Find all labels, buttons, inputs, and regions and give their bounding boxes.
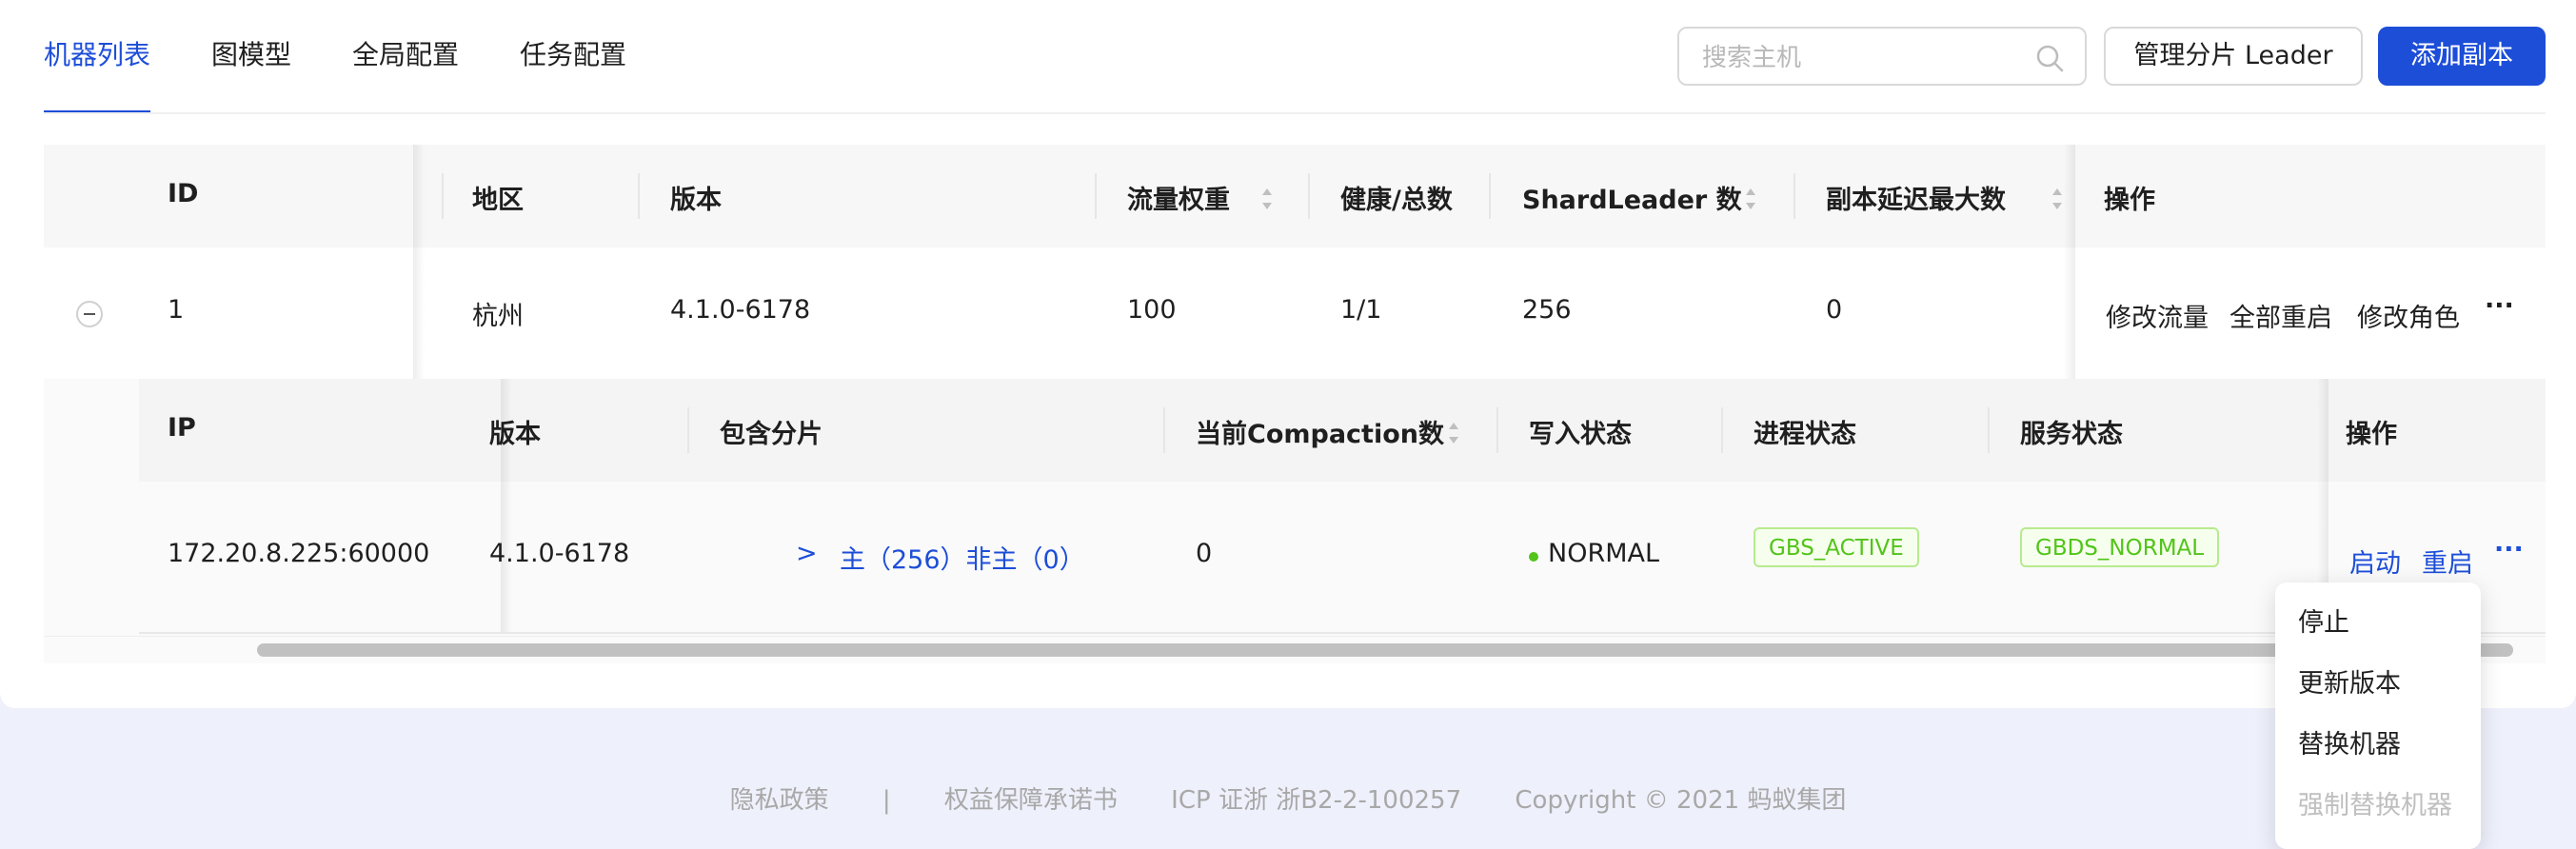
header-health-total: 健康/总数 bbox=[1340, 186, 1453, 215]
header-shard-leader: ShardLeader 数 bbox=[1522, 186, 1742, 215]
search-icon[interactable] bbox=[2035, 44, 2064, 72]
footer: 隐私政策 | 权益保障承诺书 ICP 证浙 浙B2-2-100257 Copyr… bbox=[0, 780, 2576, 816]
modify-role-link[interactable]: 修改角色 bbox=[2357, 297, 2460, 334]
start-link[interactable]: 启动 bbox=[2349, 543, 2401, 580]
header-write-status: 写入状态 bbox=[1529, 420, 1632, 449]
more-actions-icon[interactable]: ··· bbox=[2494, 535, 2524, 564]
header-version: 版本 bbox=[670, 186, 722, 215]
rights-commitment-link[interactable]: 权益保障承诺书 bbox=[944, 786, 1118, 815]
search-input[interactable] bbox=[1700, 40, 2028, 76]
header-service-status: 服务状态 bbox=[2020, 420, 2123, 449]
header-compaction: 当前Compaction数 bbox=[1196, 420, 1444, 449]
header-replica-delay: 副本延迟最大数 bbox=[1826, 186, 2006, 215]
header-id: ID bbox=[168, 179, 199, 208]
tab-divider bbox=[44, 112, 2546, 114]
shards-link[interactable]: 主（256）非主（0） bbox=[840, 539, 1085, 576]
privacy-policy-link[interactable]: 隐私政策 bbox=[730, 786, 829, 815]
header-shards: 包含分片 bbox=[720, 420, 822, 449]
menu-item-replace-machine[interactable]: 替换机器 bbox=[2298, 723, 2401, 760]
sort-icon[interactable] bbox=[1447, 421, 1460, 445]
cell-replica-delay: 0 bbox=[1826, 295, 1843, 325]
more-actions-menu: 停止 更新版本 替换机器 强制替换机器 bbox=[2275, 582, 2481, 849]
cell-shard-leader: 256 bbox=[1522, 295, 1572, 325]
header-ops: 操作 bbox=[2346, 420, 2397, 449]
replica-table: IP 版本 包含分片 当前Compaction数 写入状态 进程状态 服务状态 bbox=[139, 379, 2546, 638]
column-separator bbox=[1496, 407, 1498, 453]
cell-health-total: 1/1 bbox=[1340, 295, 1382, 325]
header-version: 版本 bbox=[489, 420, 541, 449]
sort-icon[interactable] bbox=[1744, 187, 1757, 211]
column-separator bbox=[687, 407, 689, 453]
fixed-column-shadow bbox=[413, 145, 425, 379]
column-separator bbox=[1988, 407, 1990, 453]
column-separator bbox=[1163, 407, 1165, 453]
expanded-row: IP 版本 包含分片 当前Compaction数 写入状态 进程状态 服务状态 bbox=[44, 379, 2546, 638]
column-separator bbox=[1095, 173, 1097, 219]
main-card: 机器列表 图模型 全局配置 任务配置 管理分片 Leader 添加副本 ID 地… bbox=[0, 0, 2576, 708]
header-ops: 操作 bbox=[2104, 186, 2155, 215]
column-separator bbox=[1793, 173, 1795, 219]
tab-global-config[interactable]: 全局配置 bbox=[352, 0, 459, 114]
tab-machine-list[interactable]: 机器列表 bbox=[44, 0, 151, 114]
header-traffic-weight: 流量权重 bbox=[1127, 186, 1230, 215]
chevron-right-icon[interactable]: > bbox=[796, 539, 818, 568]
tab-bar: 机器列表 图模型 全局配置 任务配置 bbox=[44, 0, 687, 114]
cell-version: 4.1.0-6178 bbox=[670, 295, 811, 325]
status-dot-icon bbox=[1529, 552, 1538, 562]
cell-traffic-weight: 100 bbox=[1127, 295, 1177, 325]
column-separator bbox=[1489, 173, 1491, 219]
column-separator bbox=[1721, 407, 1723, 453]
cell-compaction: 0 bbox=[1196, 539, 1213, 568]
more-actions-icon[interactable]: ··· bbox=[2485, 291, 2514, 321]
add-replica-button[interactable]: 添加副本 bbox=[2378, 27, 2546, 86]
sort-icon[interactable] bbox=[2051, 187, 2064, 211]
fixed-column-shadow bbox=[501, 379, 512, 632]
header-ip: IP bbox=[168, 413, 196, 443]
column-separator bbox=[638, 173, 640, 219]
tab-graph-model[interactable]: 图模型 bbox=[211, 0, 291, 114]
process-status-badge: GBS_ACTIVE bbox=[1754, 527, 1919, 567]
cell-ip: 172.20.8.225:60000 bbox=[168, 539, 430, 568]
copyright-text: Copyright © 2021 蚂蚁集团 bbox=[1515, 786, 1847, 815]
fixed-column-shadow bbox=[2064, 145, 2075, 379]
column-separator bbox=[1308, 173, 1310, 219]
header-process-status: 进程状态 bbox=[1754, 420, 1856, 449]
header-region: 地区 bbox=[472, 186, 524, 215]
service-status-badge: GBDS_NORMAL bbox=[2020, 527, 2220, 567]
column-separator bbox=[442, 173, 444, 219]
footer-separator: | bbox=[882, 786, 891, 815]
collapse-row-icon[interactable] bbox=[76, 301, 103, 327]
sort-icon[interactable] bbox=[1260, 187, 1274, 211]
cell-write-status: NORMAL bbox=[1548, 539, 1660, 568]
menu-item-force-replace-machine[interactable]: 强制替换机器 bbox=[2298, 784, 2452, 821]
restart-link[interactable]: 重启 bbox=[2422, 543, 2473, 580]
restart-all-link[interactable]: 全部重启 bbox=[2229, 297, 2332, 334]
search-box[interactable] bbox=[1677, 27, 2087, 86]
machine-table: ID 地区 版本 流量权重 健康/总数 ShardLeader 数 副本延迟最大… bbox=[44, 145, 2546, 662]
horizontal-scrollbar-thumb[interactable] bbox=[257, 643, 2513, 657]
icp-license: ICP 证浙 浙B2-2-100257 bbox=[1171, 786, 1462, 815]
menu-item-stop[interactable]: 停止 bbox=[2298, 602, 2349, 639]
cell-id: 1 bbox=[168, 295, 185, 325]
manage-shard-leader-button[interactable]: 管理分片 Leader bbox=[2104, 27, 2363, 86]
menu-item-update-version[interactable]: 更新版本 bbox=[2298, 662, 2401, 700]
tab-task-config[interactable]: 任务配置 bbox=[520, 0, 626, 114]
modify-traffic-link[interactable]: 修改流量 bbox=[2106, 297, 2209, 334]
cell-region: 杭州 bbox=[472, 302, 524, 331]
